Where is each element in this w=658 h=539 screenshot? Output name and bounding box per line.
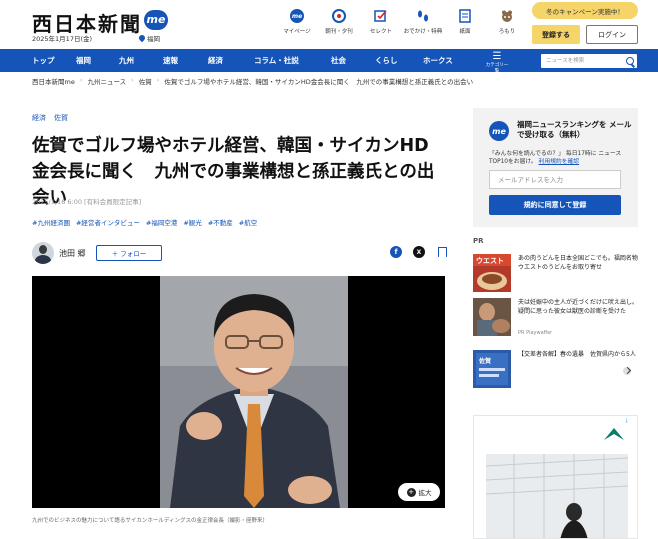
nav-item-kyushu[interactable]: 九州 [119,49,134,72]
header-link-newspaper[interactable]: 朝刊・夕刊 [318,9,360,35]
pr-item-text: 夫は妊娠中の主人が近づくだけに吠え出し。疑問に思った彼女は獣医の診断を受けた [518,299,639,315]
breadcrumb-item-home[interactable]: 西日本新聞me [32,76,75,86]
nav-item-life[interactable]: くらし [375,49,398,72]
hashtag-link[interactable]: #不動産 [208,217,233,227]
nav-item-society[interactable]: 社会 [331,49,346,72]
header-link-label: マイページ [283,29,311,35]
category-menu-label: カテゴリ一覧 [485,63,509,74]
header-icon-menu: me マイページ 朝刊・夕刊 セレクト おでかけ・特典 紙面 ろもり [276,9,528,35]
hashtag-link[interactable]: #観光 [183,217,201,227]
header-link-label: ろもり [498,29,516,35]
header-link-paper[interactable]: 紙面 [444,9,486,35]
raccoon-icon [500,9,514,23]
search-icon[interactable] [626,57,634,65]
terms-link[interactable]: 利用規約を確認 [539,159,580,165]
login-button[interactable]: ログイン [586,25,638,44]
x-share-icon[interactable]: X [413,246,425,258]
footprints-icon [416,9,430,23]
news-search-input[interactable] [541,54,637,68]
author-avatar [32,242,54,264]
hamburger-icon: ☰ [492,51,502,62]
select-icon [374,9,388,23]
header-link-label: セレクト [369,29,392,35]
facebook-share-icon[interactable]: f [390,246,402,258]
svg-text:佐賀: 佐賀 [478,357,491,365]
header-link-label: 朝刊・夕刊 [325,29,353,35]
pr-item[interactable]: 佐賀 【交差者各解】春の遺暴 佐賀県内から5人 [473,350,638,390]
zoom-label: 拡大 [418,489,432,497]
newspaper-icon [332,9,346,23]
nav-item-column[interactable]: コラム・社説 [254,49,299,72]
nav-item-top[interactable]: トップ [32,49,55,72]
header-link-label: 紙面 [459,29,471,35]
pr-item-text: あの肉うどんを日本全国どこでも。福岡名物ウエストのうどんをお取り寄せ [518,255,638,271]
breadcrumb-separator-icon: › [79,76,83,84]
hashtag-link[interactable]: #福岡空港 [146,217,177,227]
breadcrumb: 西日本新聞me › 九州ニュース › 佐賀 › 佐賀でゴルフ場やホテル経営、韓国… [32,76,473,86]
bookmark-icon[interactable] [436,246,448,258]
breadcrumb-separator-icon: › [131,76,134,84]
nav-item-hawks[interactable]: ホークス [423,49,453,72]
paper-icon [458,9,472,23]
site-header: 西日本新聞 me 2025年1月17日(金) 福岡 me マイページ 朝刊・夕刊… [0,0,658,49]
pr-thumbnail: ウエスト [473,254,511,292]
region-selector[interactable]: 福岡 [137,33,160,43]
breadcrumb-item-current: 佐賀でゴルフ場やホテル経営、韓国・サイカンHD金会長に聞く 九州での事業構想と孫… [164,78,474,86]
me-icon: me [290,9,304,23]
hashtag-link[interactable]: #九州経済圏 [32,217,70,227]
region-label: 福岡 [147,35,160,43]
article-categories: 経済 佐賀 [32,113,68,123]
header-link-mypage[interactable]: me マイページ [276,9,318,35]
article-meta: 2025/1/16 6:00 [有料会員限定記事] [32,198,142,206]
pr-thumbnail: 佐賀 [473,350,511,388]
main-nav: トップ 福岡 九州 速報 経済 コラム・社説 社会 くらし ホークス ☰ カテゴ… [0,49,658,75]
article-hashtags: #九州経済圏 #経営者インタビュー #福岡空港 #観光 #不動産 #航空 [32,217,257,227]
email-field[interactable] [489,170,621,189]
breadcrumb-item-kyushu[interactable]: 九州ニュース [87,76,126,86]
campaign-banner[interactable]: 冬のキャンペーン実施中！ [532,2,638,19]
breadcrumb-separator-icon: › [156,76,160,84]
photo-portrait-illustration [160,276,348,508]
pr-item-text: 【交差者各解】春の遺暴 佐賀県内から5人 [518,351,636,358]
header-link-select[interactable]: セレクト [360,9,402,35]
ad-info-icon[interactable]: i [626,418,628,425]
breadcrumb-item-saga[interactable]: 佐賀 [139,76,152,86]
article-photo[interactable] [32,276,445,508]
author-name: 池田 郷 [59,248,86,258]
zoom-button[interactable]: + 拡大 [398,483,440,501]
pr-item[interactable]: 夫は妊娠中の主人が近づくだけに吠え出し。疑問に思った彼女は獣医の診断を受けた P… [473,298,638,338]
author-info[interactable]: 池田 郷 [32,242,86,264]
ranking-signup-box: me 福岡ニュースランキングを メールで受け取る（無料） 「みんな何を読んでるの… [473,108,638,227]
header-link-mascot[interactable]: ろもり [486,9,528,35]
agree-register-button[interactable]: 規約に同意して登録 [489,195,621,215]
category-tag[interactable]: 経済 [32,113,46,123]
header-link-outing[interactable]: おでかけ・特典 [402,9,444,35]
category-menu-button[interactable]: ☰ カテゴリ一覧 [484,51,510,75]
plus-icon: + [406,487,416,497]
pr-item[interactable]: ウエスト あの肉うどんを日本全国どこでも。福岡名物ウエストのうどんをお取り寄せ [473,254,638,294]
current-date: 2025年1月17日(金) [32,35,93,43]
pr-item-source: PR Playwaffer [518,330,553,336]
ranking-description: 「みんな何を読んでるの？」 毎日17時に ニュースTOP10をお届け。 利用規約… [489,150,632,166]
ranking-title: 福岡ニュースランキングを メールで受け取る（無料） [517,120,632,139]
category-tag[interactable]: 佐賀 [54,113,68,123]
location-pin-icon [137,33,147,43]
svg-text:ウエスト: ウエスト [476,256,504,265]
me-icon: me [489,121,509,141]
nav-item-breaking[interactable]: 速報 [163,49,178,72]
pr-thumbnail [473,298,511,336]
pr-section-label: PR [473,237,484,245]
hashtag-link[interactable]: #経営者インタビュー [76,217,140,227]
follow-button[interactable]: ＋ フォロー [96,245,162,261]
nav-item-economy[interactable]: 経済 [208,49,223,72]
ad-image [485,428,629,538]
register-button[interactable]: 登録する [532,25,580,44]
me-logo-icon: me [144,9,168,30]
header-link-label: おでかけ・特典 [403,29,443,35]
ad-banner[interactable]: i [473,415,638,539]
photo-caption: 九州でのビジネスの魅力について語るサイカンホールディングスの金正律会長（撮影・座… [32,518,268,524]
hashtag-link[interactable]: #航空 [239,217,257,227]
nav-item-fukuoka[interactable]: 福岡 [76,49,91,72]
